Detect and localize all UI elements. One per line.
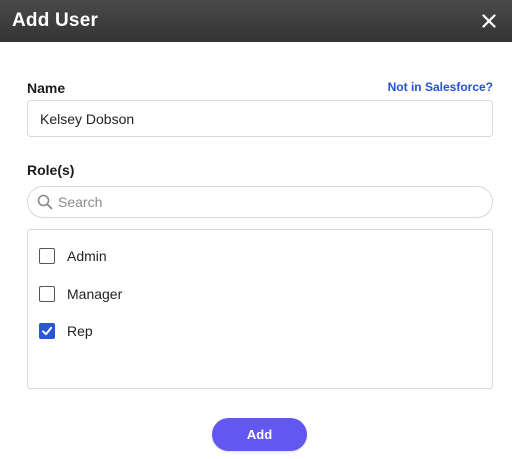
search-input[interactable] [58,194,478,210]
roles-list: Admin Manager Rep [27,229,493,389]
admin-checkbox[interactable] [39,248,55,264]
checkmark-icon [42,326,53,336]
role-item-rep[interactable]: Rep [39,321,93,341]
rep-checkbox[interactable] [39,323,55,339]
name-field[interactable] [27,100,493,137]
role-label-manager: Manager [67,286,123,302]
manager-checkbox[interactable] [39,286,55,302]
dialog-title: Add User [12,10,99,31]
roles-label: Role(s) [27,162,75,178]
role-label-rep: Rep [67,323,93,339]
role-search-box[interactable] [27,186,493,218]
add-button[interactable]: Add [212,418,307,451]
role-item-admin[interactable]: Admin [39,246,107,266]
not-in-salesforce-link[interactable]: Not in Salesforce? [388,80,493,94]
role-item-manager[interactable]: Manager [39,284,122,304]
close-icon[interactable] [478,10,500,32]
dialog-titlebar: Add User [0,0,512,42]
role-label-admin: Admin [67,248,107,264]
search-icon [36,193,54,211]
name-label: Name [27,80,66,96]
